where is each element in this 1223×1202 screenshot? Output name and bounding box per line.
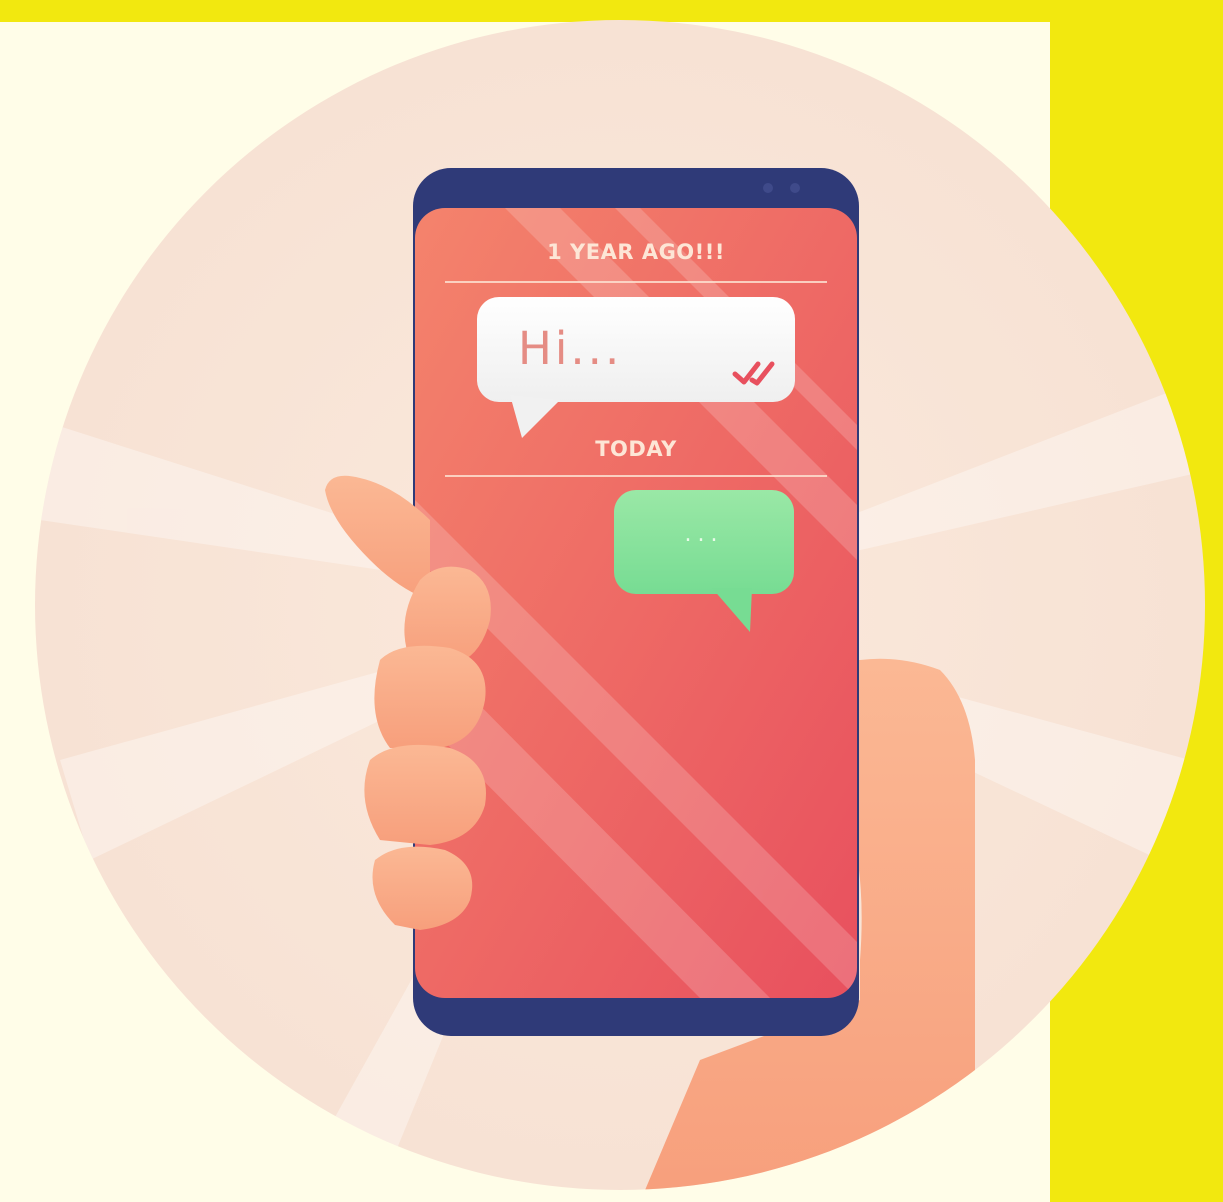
sent-message-text: Hi... xyxy=(518,322,623,375)
typing-indicator: ... xyxy=(684,522,724,547)
phone-in-hand-illustration xyxy=(35,20,1205,1190)
illustration-stage: 1 YEAR AGO!!! Hi... TODAY ... xyxy=(0,0,1223,1202)
date-separator-today: TODAY xyxy=(595,437,677,461)
date-separator-year-ago: 1 YEAR AGO!!! xyxy=(547,240,725,264)
